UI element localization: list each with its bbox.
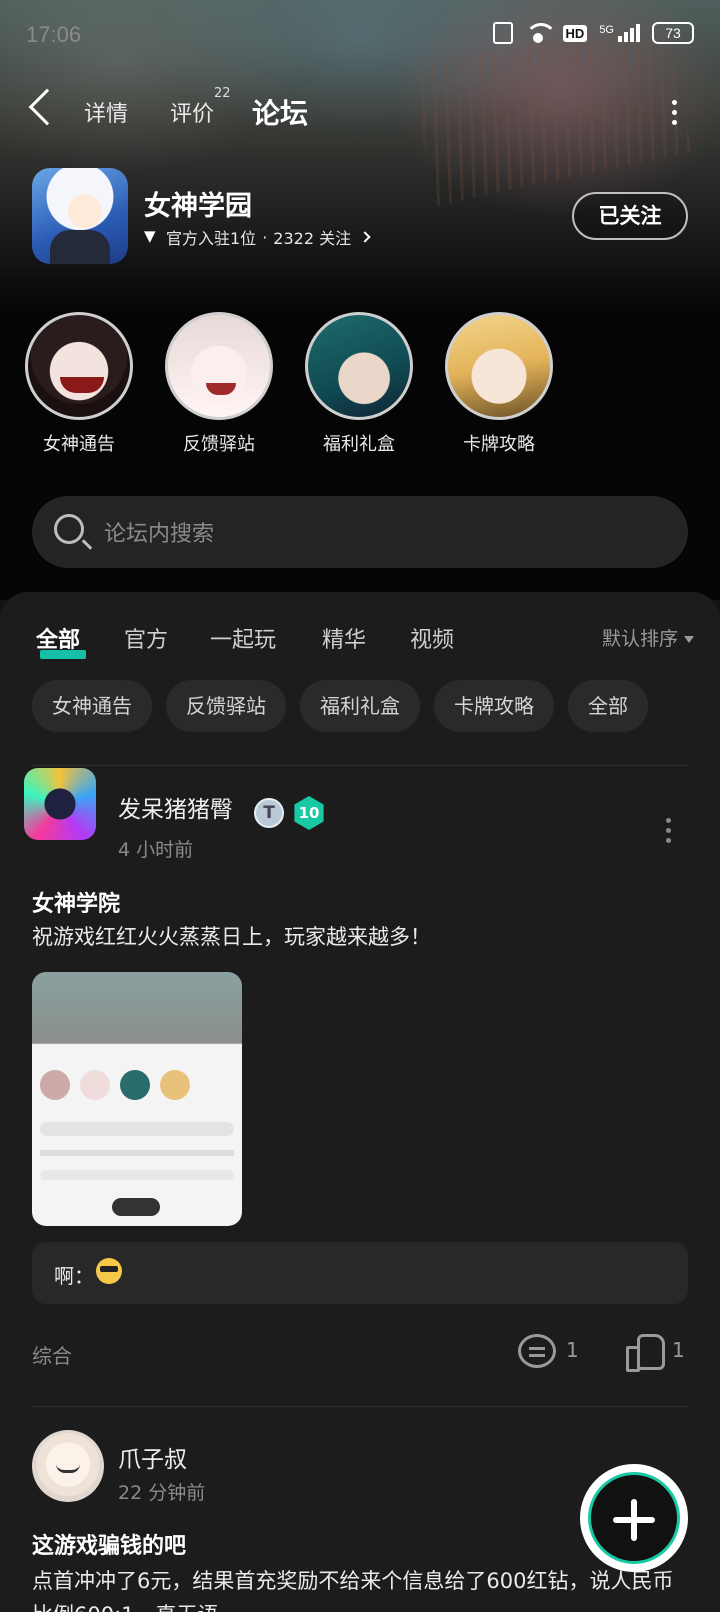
tab-detail[interactable]: 详情 xyxy=(84,96,128,128)
divider xyxy=(32,1406,688,1407)
back-icon[interactable] xyxy=(28,88,66,126)
post-time: 4 小时前 xyxy=(118,839,194,861)
comment-count: 1 xyxy=(566,1338,579,1362)
chip-gifts[interactable]: 福利礼盒 xyxy=(300,680,420,732)
sunglasses-emoji-icon xyxy=(96,1258,122,1284)
official-count: 官方入驻1位 xyxy=(166,229,257,248)
forum-search-bar[interactable]: 论坛内搜索 xyxy=(32,496,688,568)
search-placeholder: 论坛内搜索 xyxy=(104,522,215,547)
board-item-gifts[interactable]: 福利礼盒 xyxy=(304,312,414,456)
chevron-right-icon xyxy=(359,231,371,243)
like-icon[interactable] xyxy=(626,1334,665,1372)
user-badge: T xyxy=(254,798,284,828)
battery-icon: 73 xyxy=(652,22,694,44)
board-avatar xyxy=(25,312,133,420)
game-meta[interactable]: 官方入驻1位 · 2322 关注 xyxy=(144,225,371,249)
tab-forum[interactable]: 论坛 xyxy=(252,92,308,132)
comment-preview[interactable]: 啊： xyxy=(32,1242,688,1304)
feed-tab-video[interactable]: 视频 xyxy=(410,622,454,654)
post-author[interactable]: 发呆猪猪臀 xyxy=(118,790,233,824)
plus-icon xyxy=(588,1472,680,1564)
avatar[interactable] xyxy=(24,768,96,840)
post-time: 22 分钟前 xyxy=(118,1482,206,1504)
official-diamond-icon xyxy=(144,227,160,245)
chip-all[interactable]: 全部 xyxy=(568,680,648,732)
chip-feedback[interactable]: 反馈驿站 xyxy=(166,680,286,732)
board-label: 福利礼盒 xyxy=(323,434,395,455)
board-filter-chips: 女神通告 反馈驿站 福利礼盒 卡牌攻略 全部 xyxy=(32,680,648,732)
board-list: 女神通告 反馈驿站 福利礼盒 卡牌攻略 xyxy=(24,312,554,456)
status-icons: HD 5G 73 xyxy=(492,22,694,44)
search-icon xyxy=(54,514,84,544)
chip-card-guides[interactable]: 卡牌攻略 xyxy=(434,680,554,732)
board-avatar xyxy=(445,312,553,420)
divider xyxy=(32,765,688,766)
more-options-icon[interactable] xyxy=(672,100,678,126)
thumbnail-content xyxy=(112,1198,160,1216)
review-count-badge: 22 xyxy=(214,86,231,101)
feed-tab-official[interactable]: 官方 xyxy=(124,622,168,654)
thumbnail-content xyxy=(40,1070,190,1100)
comment-text: 啊： xyxy=(54,1264,94,1288)
board-item-feedback[interactable]: 反馈驿站 xyxy=(164,312,274,456)
like-count: 1 xyxy=(672,1338,685,1362)
board-item-card-guides[interactable]: 卡牌攻略 xyxy=(444,312,554,456)
sort-dropdown[interactable]: 默认排序 xyxy=(602,624,694,651)
game-icon[interactable] xyxy=(32,168,128,264)
feed-tab-all[interactable]: 全部 xyxy=(36,622,80,654)
status-bar: 17:06 HD 5G 73 xyxy=(0,0,720,72)
comment-icon[interactable] xyxy=(518,1334,556,1368)
board-avatar xyxy=(305,312,413,420)
follow-button[interactable]: 已关注 xyxy=(572,192,688,240)
post-more-icon[interactable] xyxy=(666,818,672,843)
post-category[interactable]: 综合 xyxy=(32,1340,72,1369)
board-label: 反馈驿站 xyxy=(183,434,255,455)
feed-tab-play-together[interactable]: 一起玩 xyxy=(210,622,276,654)
top-nav: 详情 评价 22 论坛 xyxy=(0,80,720,144)
board-label: 卡牌攻略 xyxy=(463,434,535,455)
board-label: 女神通告 xyxy=(43,434,115,455)
chip-announcements[interactable]: 女神通告 xyxy=(32,680,152,732)
post-title[interactable]: 女神学院 xyxy=(32,886,120,918)
follower-count: 2322 关注 xyxy=(273,229,352,248)
post-author[interactable]: 爪子叔 xyxy=(118,1440,187,1474)
tab-review[interactable]: 评价 xyxy=(170,96,214,128)
post-body[interactable]: 点首冲冲了6元，结果首充奖励不给来个信息给了600红钻，说人民币比例600:1，… xyxy=(32,1564,692,1612)
avatar[interactable] xyxy=(32,1430,104,1502)
create-post-button[interactable] xyxy=(580,1464,688,1572)
game-title: 女神学园 xyxy=(144,191,252,222)
feed-tabs: 全部 官方 一起玩 精华 视频 默认排序 xyxy=(0,616,720,659)
wifi-icon xyxy=(524,23,557,43)
network-type: 5G xyxy=(599,24,614,36)
post-title[interactable]: 这游戏骗钱的吧 xyxy=(32,1528,186,1560)
hd-icon: HD xyxy=(562,24,588,42)
post-image[interactable] xyxy=(32,972,242,1226)
thumbnail-content xyxy=(40,1170,234,1180)
vibrate-icon xyxy=(492,22,513,44)
status-time: 17:06 xyxy=(26,22,82,47)
thumbnail-content xyxy=(40,1122,234,1136)
signal-icon: 5G xyxy=(599,24,640,42)
board-item-announcements[interactable]: 女神通告 xyxy=(24,312,134,456)
board-avatar xyxy=(165,312,273,420)
post-body[interactable]: 祝游戏红红火火蒸蒸日上，玩家越来越多！ xyxy=(32,920,692,954)
thumbnail-content xyxy=(40,1150,234,1156)
separator-dot: · xyxy=(262,227,268,247)
feed-tab-featured[interactable]: 精华 xyxy=(322,622,366,654)
